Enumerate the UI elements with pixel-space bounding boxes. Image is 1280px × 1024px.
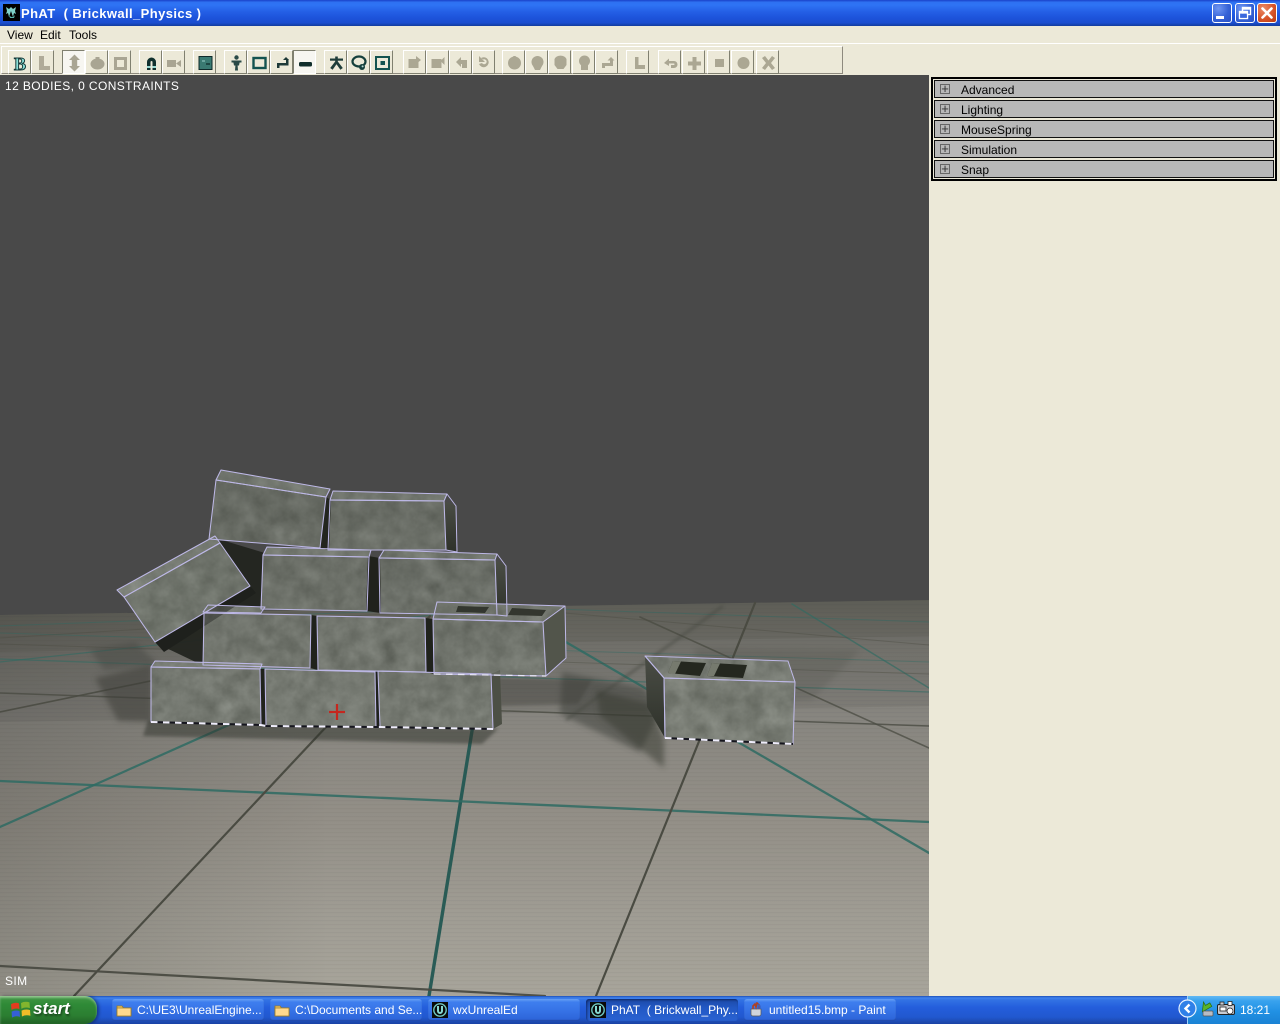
svg-text:B: B [14,54,26,72]
